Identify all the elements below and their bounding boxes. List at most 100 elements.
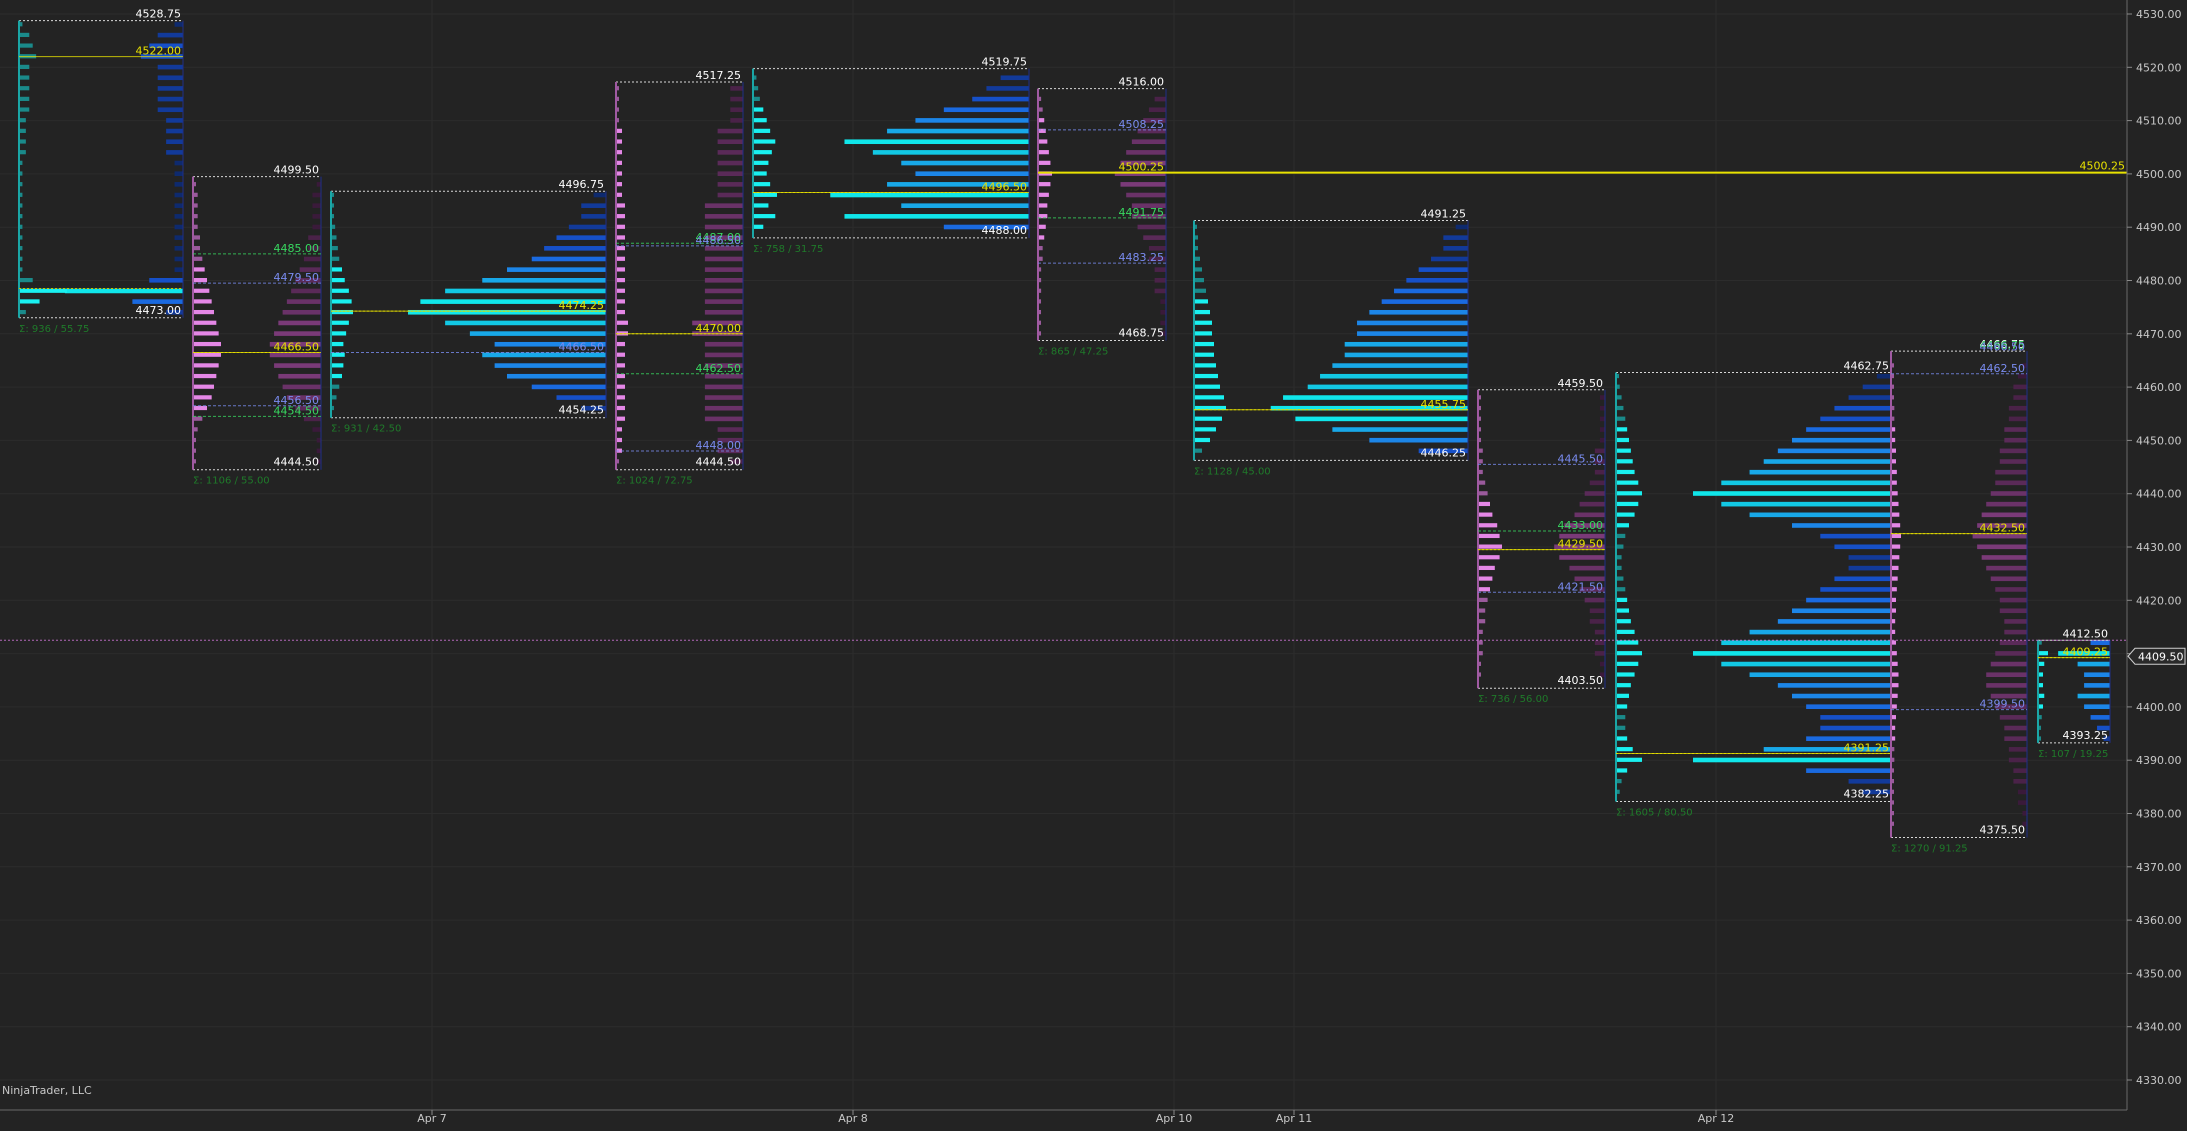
volume-bar <box>312 224 321 230</box>
volume-bar <box>1154 288 1166 294</box>
market-profile-chart[interactable]: 4528.75 4473.00 4522.00 Σ: 936 / 55.75 4499.… <box>0 0 2187 1127</box>
profile-stats: Σ: 736 / 56.00 <box>1478 694 1548 705</box>
volume-bar <box>1148 246 1166 251</box>
price-tick-label: 4370.00 <box>2136 861 2182 874</box>
tpo-bar <box>616 203 625 208</box>
volume-bar <box>1999 448 2027 454</box>
tpo-bar <box>193 235 200 240</box>
volume-bar <box>174 22 183 27</box>
tpo-bar <box>616 224 625 229</box>
profile-low-label: 4446.25 <box>1421 446 1467 459</box>
volume-bar <box>1599 427 1605 432</box>
tpo-bar <box>19 150 26 155</box>
level-label: 4455.75 <box>1421 398 1467 411</box>
volume-bar <box>1120 182 1166 187</box>
tpo-bar <box>19 278 33 283</box>
volume-bar <box>2077 661 2110 667</box>
tpo-bar <box>193 405 207 411</box>
volume-bar <box>1986 683 2027 688</box>
tpo-bar <box>1478 608 1486 613</box>
volume-bar <box>1000 75 1029 81</box>
tpo-bar <box>1616 629 1635 634</box>
profile-low-label: 4454.25 <box>559 404 605 417</box>
volume-bar <box>943 107 1029 113</box>
tpo-bar <box>1616 459 1633 464</box>
level-label: 4454.50 <box>274 404 320 417</box>
tpo-bar <box>1194 427 1216 432</box>
volume-bar <box>1154 278 1166 283</box>
profile-stats: Σ: 1270 / 91.25 <box>1891 843 1968 854</box>
volume-bar <box>1381 299 1468 304</box>
volume-bar <box>1160 320 1166 326</box>
volume-bar <box>844 139 1029 145</box>
tpo-bar <box>193 341 221 347</box>
level-label: 4491.75 <box>1119 206 1165 219</box>
volume-bar <box>1154 96 1166 102</box>
level-label: 4429.50 <box>1558 538 1604 551</box>
volume-bar <box>174 256 183 262</box>
tpo-bar <box>1194 395 1224 400</box>
profile-high-label: 4459.50 <box>1558 377 1604 390</box>
time-tick-label: Apr 12 <box>1698 1112 1735 1125</box>
level-label: 4483.25 <box>1119 251 1165 264</box>
volume-bar <box>174 203 183 208</box>
volume-bar <box>704 288 743 294</box>
profile-low-label: 4444.50 <box>696 456 742 469</box>
chart-root[interactable]: 4528.75 4473.00 4522.00 Σ: 936 / 55.75 4499.… <box>0 0 2187 1127</box>
volume-bar <box>1344 341 1468 347</box>
volume-bar <box>717 182 743 187</box>
profile-high-label: 4496.75 <box>559 178 605 191</box>
volume-bar <box>2008 405 2027 411</box>
tpo-bar <box>1891 501 1899 507</box>
level-label: 4433.00 <box>1558 519 1604 532</box>
tpo-bar <box>616 246 625 251</box>
volume-bar <box>1977 544 2027 550</box>
volume-bar <box>2013 779 2027 784</box>
level-label: 4485.00 <box>274 242 320 255</box>
volume-bar <box>1806 768 1891 773</box>
volume-bar <box>157 75 183 81</box>
volume-bar <box>1589 480 1605 486</box>
tpo-bar <box>616 267 625 272</box>
volume-bar <box>872 150 1029 155</box>
volume-bar <box>704 384 743 390</box>
tpo-bar <box>1616 437 1629 443</box>
tpo-bar <box>193 331 219 336</box>
profile-high-label: 4491.25 <box>1421 208 1467 221</box>
volume-bar <box>157 32 183 38</box>
tpo-bar <box>753 160 769 165</box>
volume-bar <box>482 278 606 283</box>
volume-bar <box>166 139 183 145</box>
tpo-bar <box>1616 427 1628 432</box>
volume-bar <box>174 182 183 187</box>
tpo-bar <box>1038 128 1046 133</box>
volume-bar <box>1848 555 1891 560</box>
level-label: 4466.50 <box>1980 340 2026 353</box>
profile-low-label: 4468.75 <box>1119 326 1165 339</box>
tpo-bar <box>19 43 33 48</box>
tpo-bar <box>1478 544 1502 549</box>
volume-bar <box>1137 224 1166 230</box>
tpo-bar <box>1891 512 1900 517</box>
tpo-bar <box>331 341 344 347</box>
volume-bar <box>1820 725 1891 731</box>
tpo-bar <box>193 288 210 293</box>
tpo-bar <box>753 224 764 229</box>
tpo-bar <box>1194 299 1208 304</box>
volume-bar <box>282 309 321 315</box>
tpo-bar <box>1891 544 1901 549</box>
tpo-bar <box>1616 544 1624 549</box>
profile-high-label: 4499.50 <box>274 164 320 177</box>
volume-bar <box>1990 576 2027 582</box>
volume-bar <box>1995 469 2027 475</box>
tpo-bar <box>19 128 26 133</box>
tpo-bar <box>1478 480 1486 485</box>
level-label: 4496.50 <box>982 181 1028 194</box>
tpo-bar <box>1478 512 1493 517</box>
volume-bar <box>986 86 1029 91</box>
level-label: 4470.00 <box>696 322 742 335</box>
volume-bar <box>1431 256 1468 262</box>
profile-low-label: 4382.25 <box>1844 788 1890 801</box>
level-label: 4462.50 <box>696 362 742 375</box>
tpo-bar <box>1478 576 1493 581</box>
